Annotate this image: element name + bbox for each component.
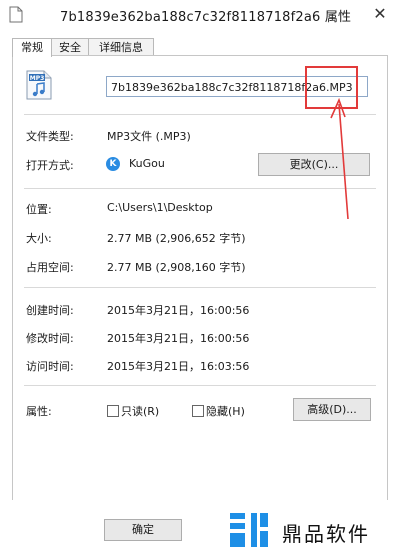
- annotation-arrow-icon: [330, 97, 349, 220]
- disk-size-label: 占用空间:: [26, 261, 74, 274]
- tab-details[interactable]: 详细信息: [88, 38, 154, 56]
- watermark-logo-icon: [230, 513, 268, 547]
- modified-value: 2015年3月21日，16:00:56: [107, 332, 250, 345]
- readonly-label: 只读(R): [121, 405, 160, 418]
- location-label: 位置:: [26, 203, 52, 216]
- attributes-label: 属性:: [26, 405, 52, 418]
- size-label: 大小:: [26, 232, 52, 245]
- document-icon: [9, 6, 23, 23]
- disk-size-value: 2.77 MB (2,908,160 字节): [107, 261, 246, 274]
- opens-with-value: KuGou: [129, 157, 165, 170]
- tab-security[interactable]: 安全: [50, 38, 90, 56]
- file-icon-label: MP3: [30, 75, 45, 82]
- window-title: 7b1839e362ba188c7c32f8118718f2a6 属性: [60, 10, 352, 25]
- created-label: 创建时间:: [26, 304, 74, 317]
- file-type-value: MP3文件 (.MP3): [107, 130, 191, 143]
- readonly-checkbox[interactable]: [107, 405, 119, 417]
- size-value: 2.77 MB (2,906,652 字节): [107, 232, 246, 245]
- modified-label: 修改时间:: [26, 332, 74, 345]
- accessed-value: 2015年3月21日，16:03:56: [107, 360, 250, 373]
- properties-dialog: 7b1839e362ba188c7c32f8118718f2a6 属性 ✕ 常规…: [0, 0, 400, 556]
- advanced-button[interactable]: 高级(D)...: [293, 398, 371, 421]
- created-value: 2015年3月21日，16:00:56: [107, 304, 250, 317]
- hidden-checkbox[interactable]: [192, 405, 204, 417]
- file-type-label: 文件类型:: [26, 130, 74, 143]
- tab-general[interactable]: 常规: [12, 38, 52, 57]
- mp3-file-icon: MP3: [26, 70, 52, 100]
- opens-with-label: 打开方式:: [26, 159, 74, 172]
- location-value: C:\Users\1\Desktop: [107, 201, 213, 214]
- kugou-icon: K: [106, 157, 120, 171]
- title-bar: 7b1839e362ba188c7c32f8118718f2a6 属性 ✕: [0, 0, 400, 30]
- ok-button[interactable]: 确定: [104, 519, 182, 541]
- accessed-label: 访问时间:: [26, 360, 74, 373]
- hidden-label: 隐藏(H): [206, 405, 245, 418]
- separator: [24, 385, 376, 386]
- separator: [24, 287, 376, 288]
- watermark-text: 鼎品软件: [282, 522, 370, 546]
- close-button[interactable]: ✕: [368, 4, 392, 24]
